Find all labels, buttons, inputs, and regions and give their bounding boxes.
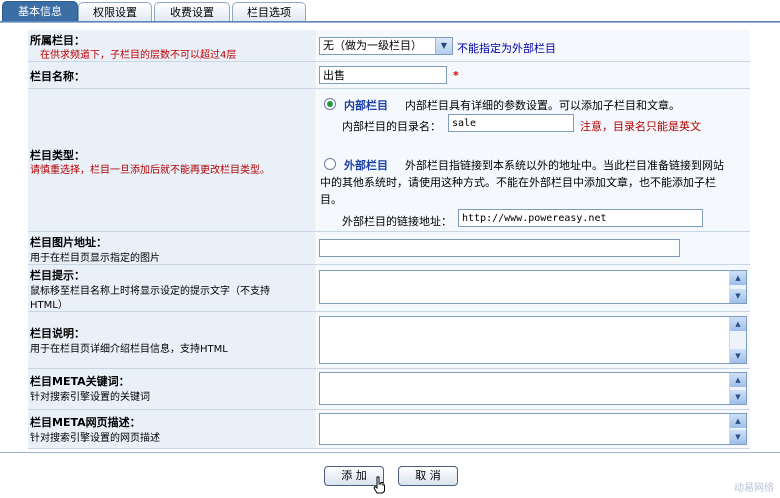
- dir-name-input[interactable]: sale: [448, 114, 574, 132]
- row-meta-description: 栏目META网页描述： 针对搜索引擎设置的网页描述 ▲ ▼: [28, 410, 750, 449]
- row-meta-keywords: 栏目META关键词： 针对搜索引擎设置的关键词 ▲ ▼: [28, 369, 750, 410]
- radio-external-column[interactable]: [324, 158, 336, 170]
- cancel-button[interactable]: 取 消: [398, 466, 458, 486]
- column-tips-title: 栏目提示：: [30, 269, 85, 282]
- scroll-up-icon[interactable]: ▲: [730, 414, 746, 428]
- scrollbar[interactable]: ▲ ▼: [729, 373, 746, 404]
- dropdown-arrow-icon[interactable]: ▼: [435, 38, 452, 54]
- form-panel: 所属栏目： 在供求频道下，子栏目的层数不可以超过4层 无（做为一级栏目） ▼ 不…: [0, 22, 780, 451]
- tab-bar: 基本信息 权限设置 收费设置 栏目选项: [0, 0, 780, 23]
- row-column-type: 栏目类型： 请慎重选择，栏目一旦添加后就不能再更改栏目类型。 内部栏目 内部栏目…: [28, 89, 750, 232]
- external-column-desc-2: 中的其他系统时，请使用这种方式。不能在外部栏目中添加文章，也不能添加子栏: [320, 176, 716, 189]
- scrollbar[interactable]: ▲ ▼: [729, 414, 746, 444]
- column-description-title: 栏目说明：: [30, 327, 85, 340]
- external-column-label: 外部栏目: [344, 159, 388, 172]
- scroll-down-icon[interactable]: ▼: [730, 390, 746, 404]
- column-tips-note-2: HTML）: [30, 300, 68, 311]
- column-name-input[interactable]: 出售: [319, 66, 447, 84]
- column-tips-textarea[interactable]: ▲ ▼: [319, 270, 747, 304]
- meta-description-textarea[interactable]: ▲ ▼: [319, 413, 747, 445]
- scroll-up-icon[interactable]: ▲: [730, 271, 746, 285]
- scroll-down-icon[interactable]: ▼: [730, 289, 746, 303]
- image-address-note: 用于在栏目页显示指定的图片: [30, 253, 160, 264]
- row-column-tips: 栏目提示： 鼠标移至栏目名称上时将显示设定的提示文字（不支持 HTML） ▲ ▼: [28, 265, 750, 312]
- meta-description-note: 针对搜索引擎设置的网页描述: [30, 433, 160, 444]
- row-column-name: 栏目名称： 出售 *: [28, 62, 750, 89]
- image-address-input[interactable]: [319, 239, 680, 257]
- tab-column-options[interactable]: 栏目选项: [232, 2, 306, 22]
- meta-keywords-textarea[interactable]: ▲ ▼: [319, 372, 747, 405]
- parent-column-hint: 不能指定为外部栏目: [457, 42, 556, 55]
- external-column-desc-3: 目。: [320, 193, 342, 206]
- tab-permissions[interactable]: 权限设置: [78, 2, 152, 22]
- dir-name-label: 内部栏目的目录名：: [342, 120, 441, 133]
- meta-keywords-note: 针对搜索引擎设置的关键词: [30, 392, 150, 403]
- column-type-note: 请慎重选择，栏目一旦添加后就不能再更改栏目类型。: [30, 165, 270, 176]
- dir-name-hint: 注意，目录名只能是英文: [580, 120, 701, 133]
- internal-column-desc: 内部栏目具有详细的参数设置。可以添加子栏目和文章。: [405, 99, 680, 112]
- tab-charging[interactable]: 收费设置: [154, 2, 230, 22]
- meta-description-title: 栏目META网页描述：: [30, 416, 141, 429]
- hand-cursor-icon: [373, 476, 385, 494]
- row-parent-column: 所属栏目： 在供求频道下，子栏目的层数不可以超过4层 无（做为一级栏目） ▼ 不…: [28, 30, 750, 62]
- external-column-desc-1: 外部栏目指链接到本系统以外的地址中。当此栏目准备链接到网站: [405, 159, 724, 172]
- column-description-note: 用于在栏目页详细介绍栏目信息，支持HTML: [30, 344, 228, 355]
- meta-keywords-title: 栏目META关键词：: [30, 375, 130, 388]
- scroll-down-icon[interactable]: ▼: [730, 430, 746, 444]
- watermark: 动易网络: [734, 483, 774, 494]
- image-address-title: 栏目图片地址：: [30, 236, 107, 249]
- column-description-textarea[interactable]: ▲ ▼: [319, 316, 747, 364]
- parent-column-note: 在供求频道下，子栏目的层数不可以超过4层: [40, 50, 237, 61]
- scrollbar[interactable]: ▲ ▼: [729, 317, 746, 363]
- footer-divider: [0, 452, 780, 453]
- scrollbar[interactable]: ▲ ▼: [729, 271, 746, 303]
- scroll-up-icon[interactable]: ▲: [730, 373, 746, 387]
- link-address-label: 外部栏目的链接地址：: [342, 215, 452, 228]
- row-image-address: 栏目图片地址： 用于在栏目页显示指定的图片: [28, 232, 750, 265]
- required-star: *: [453, 69, 459, 82]
- link-address-input[interactable]: http://www.powereasy.net: [458, 209, 703, 227]
- scroll-up-icon[interactable]: ▲: [730, 317, 746, 331]
- column-tips-note-1: 鼠标移至栏目名称上时将显示设定的提示文字（不支持: [30, 286, 270, 297]
- radio-internal-column[interactable]: [324, 98, 336, 110]
- column-name-title: 栏目名称：: [30, 70, 85, 83]
- row-column-description: 栏目说明： 用于在栏目页详细介绍栏目信息，支持HTML ▲ ▼: [28, 312, 750, 369]
- parent-column-select[interactable]: 无（做为一级栏目） ▼: [319, 37, 453, 55]
- tab-basic-info[interactable]: 基本信息: [2, 1, 78, 23]
- scroll-down-icon[interactable]: ▼: [730, 349, 746, 363]
- internal-column-label: 内部栏目: [344, 99, 388, 112]
